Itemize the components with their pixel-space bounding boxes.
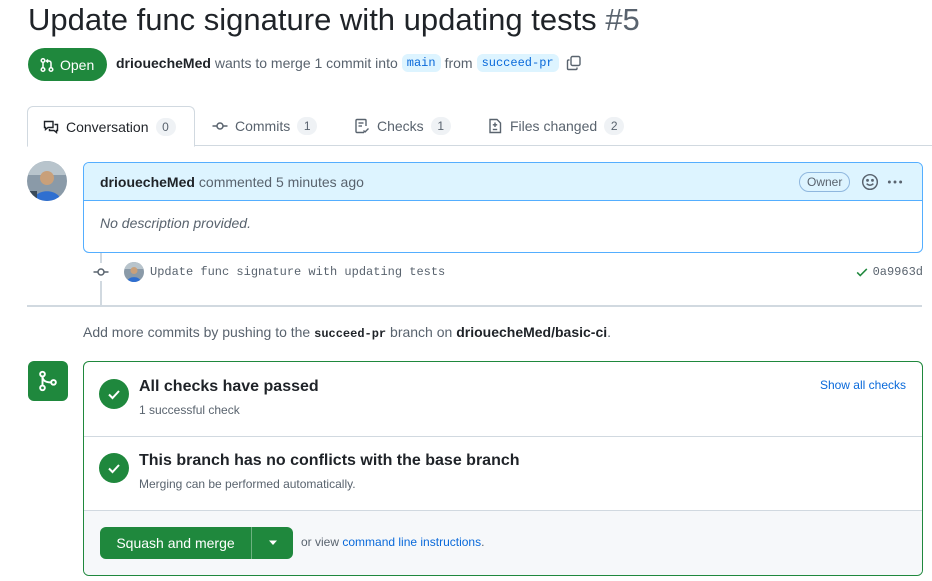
tab-label: Files changed — [510, 118, 598, 134]
commit-sha-link[interactable]: 0a9963d — [873, 265, 923, 279]
tab-counter: 1 — [297, 117, 318, 135]
commit-sha: 0a9963d — [855, 265, 923, 279]
tab-conversation[interactable]: Conversation 0 — [27, 106, 195, 147]
git-merge-icon — [37, 370, 59, 392]
tab-counter: 2 — [604, 117, 625, 135]
git-commit-icon — [212, 118, 228, 134]
comment-box: driouecheMed commented 5 minutes ago Own… — [83, 162, 923, 253]
pr-number: #5 — [605, 2, 640, 37]
comment-time[interactable]: commented 5 minutes ago — [199, 174, 364, 190]
pr-title: Update func signature with updating test… — [28, 2, 640, 38]
merge-box: All checks have passed 1 successful chec… — [83, 361, 923, 576]
check-circle-icon — [99, 453, 129, 483]
tab-commits[interactable]: Commits 1 — [197, 106, 332, 146]
tab-files-changed[interactable]: Files changed 2 — [472, 106, 639, 146]
conflicts-subtitle: Merging can be performed automatically. — [139, 477, 356, 491]
base-branch-label[interactable]: main — [401, 54, 441, 72]
kebab-horizontal-icon[interactable] — [886, 173, 904, 194]
checks-section: All checks have passed 1 successful chec… — [84, 362, 922, 437]
tab-counter: 0 — [155, 117, 176, 136]
pr-tabs: Conversation 0 Commits 1 Checks 1 Files … — [27, 106, 932, 147]
checks-subtitle: 1 successful check — [139, 403, 240, 417]
push-hint: Add more commits by pushing to the succe… — [83, 324, 611, 341]
conflicts-section: This branch has no conflicts with the ba… — [84, 437, 922, 511]
file-diff-icon — [487, 118, 503, 134]
hint-repo-link[interactable]: driouecheMed/basic-ci — [456, 324, 607, 340]
or-view-text: or view — [301, 535, 340, 549]
merge-footer: Squash and merge or view command line in… — [84, 511, 922, 575]
pr-author-link[interactable]: driouecheMed — [116, 55, 211, 71]
comment-body: No description provided. — [100, 215, 251, 231]
timeline-divider — [27, 305, 922, 307]
head-branch-label[interactable]: succeed-pr — [476, 54, 559, 72]
hint-prefix: Add more commits by pushing to the — [83, 324, 311, 340]
checks-title: All checks have passed — [139, 378, 319, 395]
pr-title-text: Update func signature with updating test… — [28, 2, 597, 37]
merge-button-group: Squash and merge — [100, 527, 293, 559]
git-pull-request-icon — [39, 57, 55, 73]
commit-message-link[interactable]: Update func signature with updating test… — [150, 265, 445, 279]
git-commit-icon — [92, 263, 110, 281]
tab-counter: 1 — [430, 117, 451, 135]
avatar[interactable] — [27, 161, 67, 201]
pr-meta: driouecheMed wants to merge 1 commit int… — [116, 54, 582, 72]
check-icon[interactable] — [855, 265, 869, 279]
tab-label: Conversation — [66, 118, 149, 135]
merge-status-icon — [28, 361, 68, 401]
owner-badge: Owner — [799, 172, 851, 192]
commit-avatar[interactable] — [124, 262, 144, 282]
hint-middle: branch on — [390, 324, 453, 340]
conflicts-title: This branch has no conflicts with the ba… — [139, 452, 520, 469]
comment-author-link[interactable]: driouecheMed — [100, 174, 195, 190]
comment-header: driouecheMed commented 5 minutes ago Own… — [84, 163, 922, 201]
show-all-checks-link[interactable]: Show all checks — [820, 378, 906, 392]
tab-checks[interactable]: Checks 1 — [339, 106, 466, 146]
pr-action-text: wants to merge 1 commit into — [214, 55, 398, 71]
tab-label: Checks — [377, 118, 424, 134]
hint-suffix: . — [607, 324, 612, 340]
hint-branch: succeed-pr — [314, 327, 387, 341]
pr-from-text: from — [444, 55, 473, 71]
smiley-icon[interactable] — [861, 173, 879, 194]
tab-label: Commits — [235, 118, 291, 134]
merge-method-dropdown[interactable] — [252, 527, 293, 559]
checklist-icon — [354, 118, 370, 134]
command-line-instructions-link[interactable]: command line instructions — [342, 535, 481, 549]
copy-icon[interactable] — [566, 55, 582, 71]
pr-state-badge: Open — [28, 48, 108, 81]
pr-state-label: Open — [60, 56, 95, 73]
footer-text: or view command line instructions. — [301, 535, 484, 549]
comment-discussion-icon — [43, 119, 59, 135]
check-circle-icon — [99, 379, 129, 409]
triangle-down-icon — [268, 540, 278, 546]
squash-and-merge-button[interactable]: Squash and merge — [100, 527, 252, 559]
footer-period: . — [481, 535, 485, 549]
